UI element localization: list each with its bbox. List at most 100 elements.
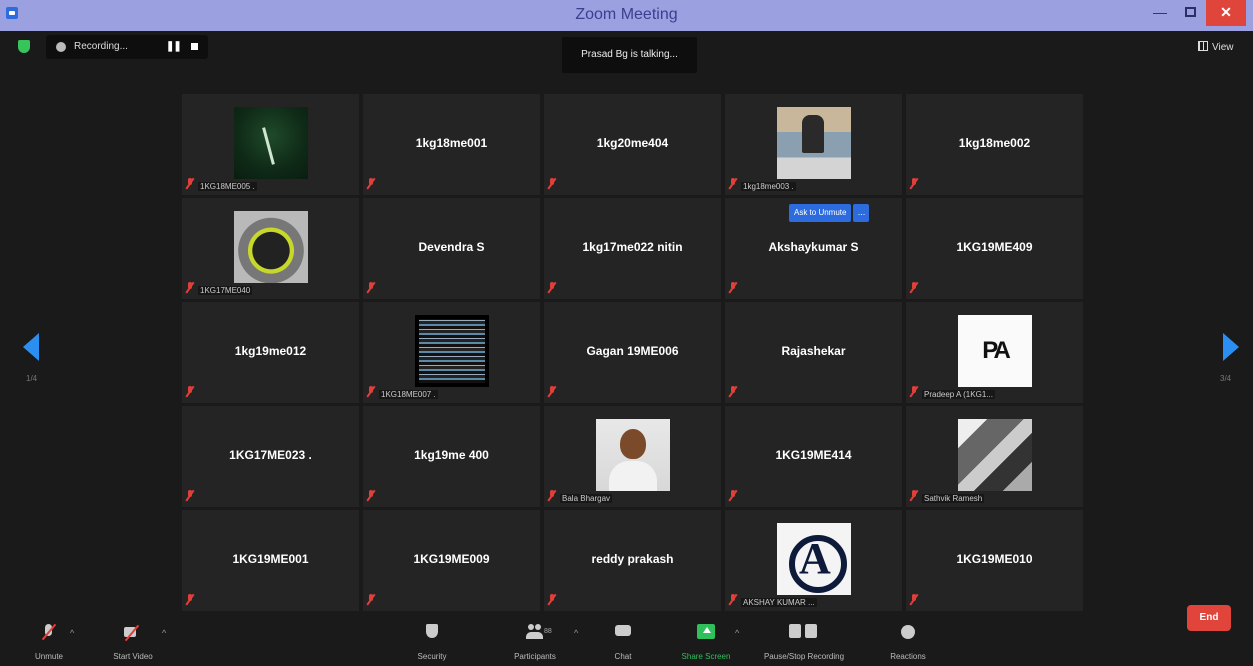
participant-tile[interactable]: 1KG19ME409 (906, 198, 1083, 299)
participant-tile[interactable]: 1kg19me 400 (363, 406, 540, 507)
muted-mic-icon (367, 386, 375, 397)
maximize-icon (1184, 7, 1196, 17)
video-options-caret-icon[interactable]: ^ (162, 628, 166, 638)
participant-name: 1kg19me 400 (414, 448, 489, 462)
participant-tile[interactable]: 1KG18ME005 . (182, 94, 359, 195)
muted-microphone-icon (40, 624, 58, 640)
muted-mic-icon (367, 178, 375, 189)
participant-name: Gagan 19ME006 (586, 344, 679, 358)
participant-tile[interactable]: 1KG19ME010 (906, 510, 1083, 611)
participant-count: 88 (544, 628, 552, 635)
ask-to-unmute-popover: Ask to Unmute... (789, 202, 870, 222)
close-button[interactable]: ✕ (1206, 0, 1246, 26)
participant-label: 1KG18ME007 . (379, 390, 438, 399)
participant-tile[interactable]: AKSHAY KUMAR ... (725, 510, 902, 611)
recording-label: Recording... (74, 41, 128, 52)
page-indicator-right: 3/4 (1220, 374, 1232, 383)
muted-mic-icon (186, 490, 194, 501)
view-label: View (1212, 42, 1234, 53)
avengers-logo-avatar (777, 523, 851, 595)
participant-label: Bala Bhargav (560, 494, 613, 503)
participant-name: reddy prakash (591, 552, 674, 566)
participant-tile[interactable]: 1KG17ME040 (182, 198, 359, 299)
participant-label: 1KG17ME040 (198, 286, 253, 295)
participant-tile[interactable]: 1kg17me022 nitin (544, 198, 721, 299)
muted-mic-icon (910, 386, 918, 397)
share-options-caret-icon[interactable]: ^ (735, 628, 739, 638)
video-off-icon (124, 624, 142, 640)
pause-recording-icon[interactable]: ❚❚ (166, 41, 182, 52)
participant-tile[interactable]: Bala Bhargav (544, 406, 721, 507)
participant-name: 1KG19ME001 (232, 552, 309, 566)
more-options-button[interactable]: ... (853, 204, 870, 222)
participant-tile[interactable]: 1KG18ME007 . (363, 302, 540, 403)
muted-mic-icon (367, 282, 375, 293)
muted-mic-icon (548, 178, 556, 189)
reactions-icon (899, 624, 917, 640)
encryption-shield-icon[interactable] (18, 40, 30, 53)
share-screen-button[interactable]: ^ Share Screen (661, 624, 751, 661)
muted-mic-icon (729, 386, 737, 397)
view-button[interactable]: View (1198, 38, 1234, 58)
participant-tile[interactable]: 1KG19ME001 (182, 510, 359, 611)
participant-tile[interactable]: 1kg18me001 (363, 94, 540, 195)
stop-recording-icon[interactable] (191, 43, 198, 50)
participant-tile[interactable]: Sathvik Ramesh (906, 406, 1083, 507)
participant-tile[interactable]: reddy prakash (544, 510, 721, 611)
participant-tile[interactable]: Rajashekar (725, 302, 902, 403)
participant-name: 1kg18me001 (415, 136, 488, 150)
participant-name: 1KG17ME023 . (229, 448, 312, 462)
muted-mic-icon (910, 178, 918, 189)
reactions-label: Reactions (890, 652, 926, 661)
pause-stop-recording-button[interactable]: Pause/Stop Recording (759, 624, 849, 661)
participant-photo (777, 107, 851, 179)
reactions-button[interactable]: Reactions (863, 624, 953, 661)
muted-mic-icon (910, 594, 918, 605)
previous-page-arrow-icon[interactable] (23, 333, 39, 361)
end-meeting-button[interactable]: End (1187, 605, 1231, 631)
pause-stop-recording-label: Pause/Stop Recording (763, 652, 845, 661)
participant-tile[interactable]: 1KG19ME414 (725, 406, 902, 507)
muted-mic-icon (548, 386, 556, 397)
minimize-button[interactable]: — (1146, 0, 1174, 26)
participant-label: 1kg18me003 . (741, 182, 796, 191)
chat-button[interactable]: Chat (578, 624, 668, 661)
participant-photo (234, 107, 308, 179)
participant-tile[interactable]: 1kg20me404 (544, 94, 721, 195)
participant-tile[interactable]: Gagan 19ME006 (544, 302, 721, 403)
security-shield-icon (423, 624, 441, 640)
unmute-label: Unmute (34, 652, 63, 661)
grid-view-icon (1198, 41, 1208, 51)
start-video-button[interactable]: ^ Start Video (88, 624, 178, 661)
participant-tile[interactable]: Devendra S (363, 198, 540, 299)
participant-name: 1kg19me012 (234, 344, 307, 358)
participant-label: AKSHAY KUMAR ... (741, 598, 817, 607)
unmute-button[interactable]: ^ Unmute (4, 624, 94, 661)
ask-to-unmute-button[interactable]: Ask to Unmute (789, 204, 852, 222)
audio-options-caret-icon[interactable]: ^ (70, 628, 74, 638)
security-button[interactable]: Security (387, 624, 477, 661)
participant-tile[interactable]: 1kg18me003 . (725, 94, 902, 195)
muted-mic-icon (548, 282, 556, 293)
muted-mic-icon (367, 594, 375, 605)
participant-tile[interactable]: 1KG19ME009 (363, 510, 540, 611)
muted-mic-icon (729, 178, 737, 189)
maximize-button[interactable] (1176, 0, 1204, 26)
participant-tile[interactable]: 1KG17ME023 . (182, 406, 359, 507)
pa-logo-avatar: PA (958, 315, 1032, 387)
muted-mic-icon (186, 282, 194, 293)
participant-tile[interactable]: 1kg19me012 (182, 302, 359, 403)
participant-label: Sathvik Ramesh (922, 494, 985, 503)
muted-mic-icon (186, 178, 194, 189)
zoom-window: Zoom Meeting — ✕ Recording... ❚❚ Prasad … (0, 0, 1253, 666)
next-page-arrow-icon[interactable] (1223, 333, 1239, 361)
participant-tile[interactable]: 1kg18me002 (906, 94, 1083, 195)
participants-button[interactable]: 88 ^ Participants (490, 624, 580, 661)
participant-photo (415, 315, 489, 387)
participant-name: Devendra S (418, 240, 485, 254)
participant-tile[interactable]: PA Pradeep A (1KG1... (906, 302, 1083, 403)
participant-name: 1kg17me022 nitin (582, 240, 683, 254)
recording-dot-icon (56, 42, 66, 52)
muted-mic-icon (729, 594, 737, 605)
start-video-label: Start Video (113, 652, 153, 661)
